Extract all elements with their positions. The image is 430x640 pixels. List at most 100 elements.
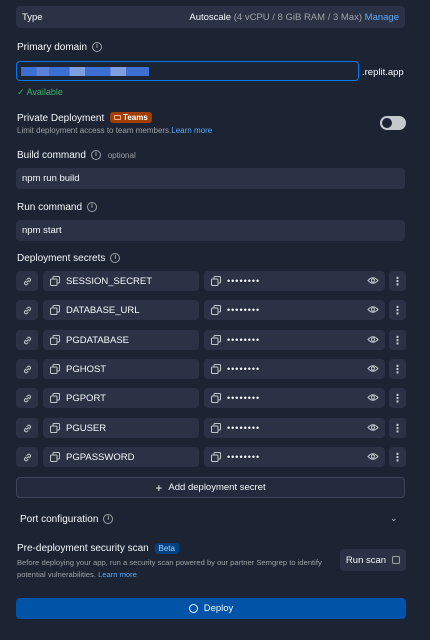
link-icon[interactable]: [16, 300, 38, 320]
info-icon[interactable]: i: [103, 514, 114, 525]
private-learn-more-link[interactable]: Learn more: [171, 126, 212, 135]
link-icon[interactable]: [16, 447, 38, 467]
info-icon[interactable]: i: [87, 202, 98, 213]
secret-value-field[interactable]: ••••••••: [204, 271, 385, 291]
run-command-label: Run command: [17, 202, 83, 213]
eye-icon[interactable]: [367, 335, 379, 344]
security-scan-heading: Pre-deployment security scan Beta: [17, 543, 179, 554]
eye-icon[interactable]: [367, 452, 379, 461]
security-scan-title: Pre-deployment security scan: [17, 543, 149, 554]
scan-learn-more-link[interactable]: Learn more: [98, 570, 137, 579]
eye-icon[interactable]: [367, 364, 379, 373]
check-icon: ✓: [17, 87, 25, 97]
secret-key-field[interactable]: DATABASE_URL: [43, 300, 199, 320]
secret-value-field[interactable]: ••••••••: [204, 300, 385, 320]
domain-status-text: Available: [26, 87, 63, 97]
eye-icon[interactable]: [367, 276, 379, 285]
add-secret-button[interactable]: + Add deployment secret: [16, 477, 405, 498]
port-config-heading[interactable]: Port configuration i: [20, 514, 114, 525]
chevron-down-icon[interactable]: ⌄: [390, 513, 398, 524]
run-scan-label: Run scan: [345, 554, 387, 566]
more-options-icon[interactable]: ⋮: [389, 418, 406, 438]
secret-key-field[interactable]: PGDATABASE: [43, 330, 199, 350]
copy-icon[interactable]: [49, 275, 66, 287]
run-scan-button[interactable]: Run scan: [340, 549, 406, 571]
info-icon[interactable]: i: [92, 42, 103, 53]
more-options-icon[interactable]: ⋮: [389, 359, 406, 379]
deploy-button[interactable]: Deploy: [16, 598, 406, 619]
redacted-subdomain: [21, 67, 149, 76]
copy-icon[interactable]: [210, 422, 227, 434]
secret-key-name: PGUSER: [66, 422, 107, 434]
copy-icon[interactable]: [210, 334, 227, 346]
link-icon[interactable]: [16, 418, 38, 438]
copy-icon[interactable]: [210, 363, 227, 375]
copy-icon[interactable]: [210, 451, 227, 463]
private-description-text: Limit deployment access to team members.: [17, 126, 172, 135]
link-icon[interactable]: [16, 359, 38, 379]
secret-value-field[interactable]: ••••••••: [204, 388, 385, 408]
secret-masked-value: ••••••••: [227, 305, 261, 315]
type-value: Autoscale: [189, 12, 232, 23]
build-command-input[interactable]: npm run build: [16, 168, 405, 189]
deployment-secrets-heading: Deployment secrets i: [17, 253, 121, 264]
more-options-icon[interactable]: ⋮: [389, 447, 406, 467]
secret-key-field[interactable]: PGUSER: [43, 418, 199, 438]
link-icon[interactable]: [16, 388, 38, 408]
secret-key-field[interactable]: PGPASSWORD: [43, 447, 199, 467]
secret-value-field[interactable]: ••••••••: [204, 418, 385, 438]
security-scan-description: Before deploying your app, run a securit…: [17, 557, 327, 581]
private-toggle[interactable]: [380, 116, 406, 130]
secret-masked-value: ••••••••: [227, 393, 261, 403]
secret-key-name: DATABASE_URL: [66, 304, 140, 316]
secret-key-field[interactable]: SESSION_SECRET: [43, 271, 199, 291]
copy-icon[interactable]: [49, 392, 66, 404]
secret-key-name: PGHOST: [66, 363, 107, 375]
secret-key-field[interactable]: PGHOST: [43, 359, 199, 379]
copy-icon[interactable]: [49, 363, 66, 375]
security-scan-description-text: Before deploying your app, run a securit…: [17, 558, 322, 579]
more-options-icon[interactable]: ⋮: [389, 300, 406, 320]
toggle-knob: [382, 118, 392, 128]
secret-key-name: SESSION_SECRET: [66, 275, 153, 287]
domain-input[interactable]: [16, 61, 359, 81]
link-icon[interactable]: [16, 271, 38, 291]
more-options-icon[interactable]: ⋮: [389, 330, 406, 350]
manage-link[interactable]: Manage: [365, 12, 399, 23]
eye-icon[interactable]: [367, 393, 379, 402]
copy-icon[interactable]: [49, 422, 66, 434]
scan-icon: [392, 556, 401, 564]
eye-icon[interactable]: [367, 305, 379, 314]
secret-key-name: PGDATABASE: [66, 334, 129, 346]
deploy-icon: [188, 604, 198, 613]
secret-value-field[interactable]: ••••••••: [204, 447, 385, 467]
copy-icon[interactable]: [49, 451, 66, 463]
copy-icon[interactable]: [210, 392, 227, 404]
private-description: Limit deployment access to team members.…: [17, 126, 212, 135]
private-deployment-heading: Private Deployment Teams: [17, 112, 152, 124]
secret-value-field[interactable]: ••••••••: [204, 330, 385, 350]
run-command-input[interactable]: npm start: [16, 220, 405, 241]
build-command-heading: Build command i optional: [17, 150, 136, 161]
briefcase-icon: [114, 115, 122, 120]
copy-icon[interactable]: [49, 304, 66, 316]
secret-value-field[interactable]: ••••••••: [204, 359, 385, 379]
link-icon[interactable]: [16, 330, 38, 350]
secret-key-field[interactable]: PGPORT: [43, 388, 199, 408]
more-options-icon[interactable]: ⋮: [389, 271, 406, 291]
type-spec: (4 vCPU / 8 GiB RAM / 3 Max): [233, 12, 363, 23]
secret-masked-value: ••••••••: [227, 364, 261, 374]
run-command-value: npm start: [22, 225, 62, 236]
deployment-secrets-label: Deployment secrets: [17, 253, 106, 264]
info-icon[interactable]: i: [110, 253, 121, 264]
type-label: Type: [22, 12, 43, 23]
info-icon[interactable]: i: [90, 150, 101, 161]
eye-icon[interactable]: [367, 423, 379, 432]
add-secret-label: Add deployment secret: [168, 482, 266, 493]
domain-status: ✓ Available: [17, 87, 63, 98]
copy-icon[interactable]: [49, 334, 66, 346]
more-options-icon[interactable]: ⋮: [389, 388, 406, 408]
copy-icon[interactable]: [210, 304, 227, 316]
copy-icon[interactable]: [210, 275, 227, 287]
domain-suffix: .replit.app: [362, 67, 404, 78]
